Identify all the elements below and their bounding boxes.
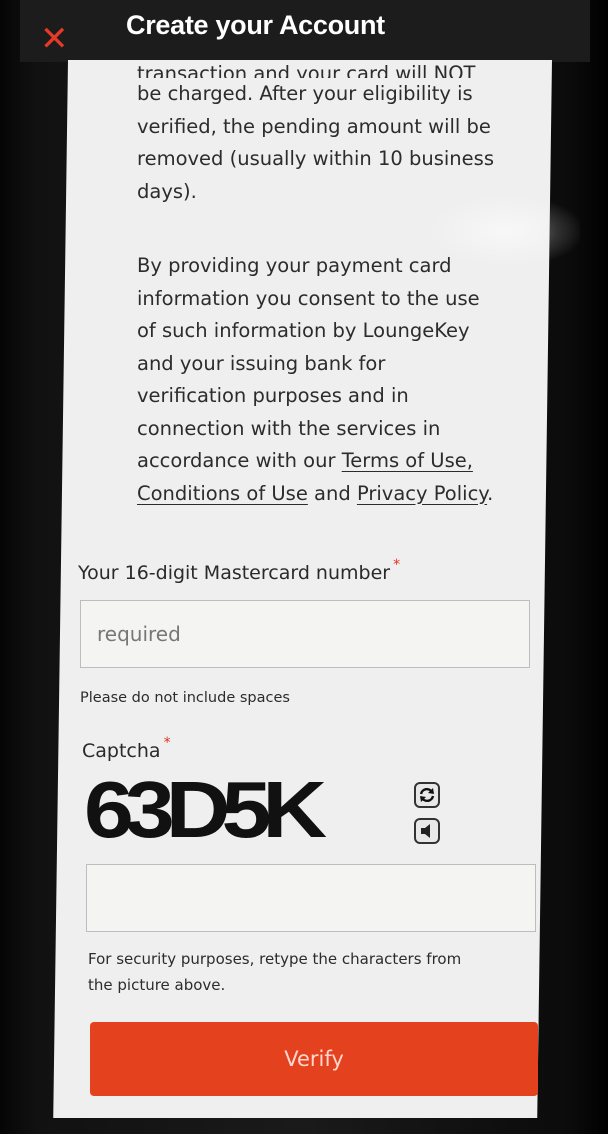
captcha-characters: 63D5K: [84, 765, 327, 854]
required-mark: *: [163, 735, 171, 751]
captcha-hint-line: the picture above.: [88, 976, 226, 994]
close-icon[interactable]: ✕: [40, 22, 74, 56]
captcha-audio-button[interactable]: [414, 818, 440, 844]
captcha-label: Captcha *: [82, 735, 171, 762]
consent-line-text: accordance with our: [137, 449, 342, 472]
device-frame: ✕ Create your Account transaction and yo…: [0, 0, 608, 1134]
consent-line: accordance with our Terms of Use,: [137, 445, 527, 478]
card-number-field[interactable]: [80, 600, 530, 668]
disclaimer-line: be charged. After your eligibility is: [137, 82, 473, 105]
disclaimer-paragraph-1: transaction and your card will NOT be ch…: [137, 62, 527, 208]
card-number-hint: Please do not include spaces: [80, 690, 290, 706]
and-text: and: [307, 481, 357, 505]
disclaimer-line: removed (usually within 10 business: [137, 147, 494, 170]
captcha-hint-line: For security purposes, retype the charac…: [88, 950, 462, 968]
audio-icon: [421, 824, 430, 838]
consent-line: of such information by LoungeKey: [137, 319, 470, 342]
page-title: Create your Account: [126, 10, 385, 40]
captcha-image: 63D5K: [84, 768, 414, 852]
captcha-input[interactable]: [87, 865, 539, 933]
required-mark: *: [393, 557, 401, 573]
consent-line: By providing your payment card: [137, 254, 452, 277]
consent-line: Conditions of Use and Privacy Policy.: [137, 478, 527, 511]
consent-line: connection with the services in: [137, 416, 441, 440]
captcha-hint: For security purposes, retype the charac…: [88, 946, 548, 998]
refresh-icon: [419, 787, 435, 803]
consent-line: information you consent to the use: [137, 286, 480, 310]
period: .: [487, 481, 494, 505]
conditions-of-use-link[interactable]: Conditions of Use: [137, 482, 308, 505]
card-number-input[interactable]: [81, 601, 529, 667]
disclaimer-line: days).: [137, 179, 197, 203]
verify-button[interactable]: Verify: [90, 1022, 538, 1096]
card-number-label-text: Your 16-digit Mastercard number: [78, 562, 391, 584]
disclaimer-line-cut: transaction and your card will NOT: [137, 62, 476, 78]
privacy-policy-link[interactable]: Privacy Policy: [357, 482, 487, 505]
captcha-refresh-button[interactable]: [414, 782, 440, 808]
terms-of-use-link[interactable]: Terms of Use,: [342, 449, 473, 472]
consent-line: and your issuing bank for: [137, 351, 386, 375]
captcha-label-text: Captcha: [82, 740, 161, 762]
disclaimer-line: verified, the pending amount will be: [137, 114, 491, 138]
card-number-label: Your 16-digit Mastercard number *: [78, 557, 400, 584]
consent-paragraph: By providing your payment card informati…: [137, 250, 527, 510]
consent-line: verification purposes and in: [137, 384, 409, 407]
captcha-field[interactable]: [86, 864, 539, 933]
